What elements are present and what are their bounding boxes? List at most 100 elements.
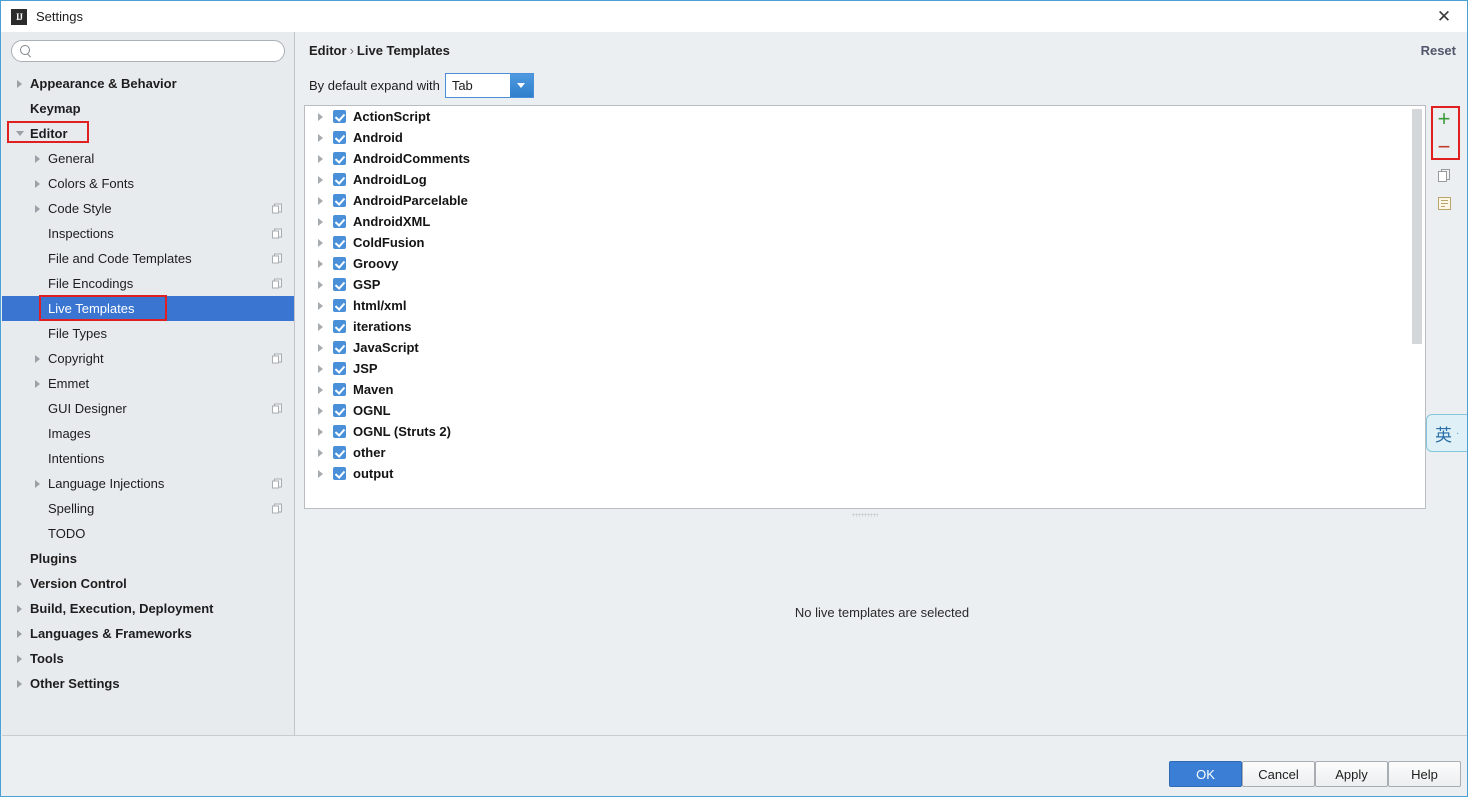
sidebar-item-version-control[interactable]: Version Control <box>2 571 294 596</box>
chevron-right-icon[interactable] <box>32 202 45 215</box>
chevron-right-icon[interactable] <box>315 320 328 333</box>
sidebar-item-plugins[interactable]: Plugins <box>2 546 294 571</box>
template-group-checkbox[interactable] <box>333 152 346 165</box>
chevron-down-icon[interactable] <box>509 74 533 97</box>
list-scrollbar[interactable] <box>1411 107 1424 508</box>
template-group-checkbox[interactable] <box>333 236 346 249</box>
chevron-right-icon[interactable] <box>315 257 328 270</box>
chevron-right-icon[interactable] <box>14 677 27 690</box>
copy-scope-icon[interactable] <box>272 253 283 264</box>
sidebar-item-appearance-behavior[interactable]: Appearance & Behavior <box>2 71 294 96</box>
chevron-right-icon[interactable] <box>32 477 45 490</box>
template-group-checkbox[interactable] <box>333 404 346 417</box>
template-group-checkbox[interactable] <box>333 320 346 333</box>
breadcrumb-parent[interactable]: Editor <box>309 43 347 58</box>
template-group-row[interactable]: AndroidXML <box>305 211 1425 232</box>
copy-scope-icon[interactable] <box>272 503 283 514</box>
copy-template-button[interactable] <box>1430 189 1458 217</box>
sidebar-item-gui-designer[interactable]: GUI Designer <box>2 396 294 421</box>
add-button[interactable]: + <box>1430 105 1458 133</box>
chevron-right-icon[interactable] <box>14 652 27 665</box>
template-group-row[interactable]: other <box>305 442 1425 463</box>
template-group-row[interactable]: Groovy <box>305 253 1425 274</box>
list-scrollbar-thumb[interactable] <box>1412 109 1422 344</box>
chevron-right-icon[interactable] <box>315 278 328 291</box>
sidebar-item-other-settings[interactable]: Other Settings <box>2 671 294 696</box>
template-group-row[interactable]: AndroidParcelable <box>305 190 1425 211</box>
template-group-row[interactable]: html/xml <box>305 295 1425 316</box>
close-icon[interactable]: ✕ <box>1421 1 1467 32</box>
sidebar-item-build-execution-deployment[interactable]: Build, Execution, Deployment <box>2 596 294 621</box>
sidebar-item-code-style[interactable]: Code Style <box>2 196 294 221</box>
sidebar-item-todo[interactable]: TODO <box>2 521 294 546</box>
chevron-right-icon[interactable] <box>315 173 328 186</box>
panel-splitter[interactable] <box>304 510 1426 519</box>
copy-scope-icon[interactable] <box>272 278 283 289</box>
template-group-checkbox[interactable] <box>333 425 346 438</box>
sidebar-item-editor[interactable]: Editor <box>2 121 294 146</box>
chevron-right-icon[interactable] <box>315 215 328 228</box>
chevron-right-icon[interactable] <box>315 446 328 459</box>
reset-link[interactable]: Reset <box>1421 43 1456 58</box>
sidebar-item-live-templates[interactable]: Live Templates <box>2 296 294 321</box>
chevron-right-icon[interactable] <box>32 177 45 190</box>
template-group-row[interactable]: JSP <box>305 358 1425 379</box>
chevron-right-icon[interactable] <box>32 152 45 165</box>
chevron-right-icon[interactable] <box>315 110 328 123</box>
sidebar-item-file-encodings[interactable]: File Encodings <box>2 271 294 296</box>
sidebar-item-images[interactable]: Images <box>2 421 294 446</box>
template-group-checkbox[interactable] <box>333 341 346 354</box>
apply-button[interactable]: Apply <box>1315 761 1388 787</box>
template-group-row[interactable]: OGNL (Struts 2) <box>305 421 1425 442</box>
remove-button[interactable]: − <box>1430 133 1458 161</box>
chevron-right-icon[interactable] <box>315 341 328 354</box>
template-group-row[interactable]: ColdFusion <box>305 232 1425 253</box>
help-button[interactable]: Help <box>1388 761 1461 787</box>
duplicate-button[interactable] <box>1430 161 1458 189</box>
template-group-checkbox[interactable] <box>333 383 346 396</box>
copy-scope-icon[interactable] <box>272 478 283 489</box>
template-group-row[interactable]: OGNL <box>305 400 1425 421</box>
chevron-right-icon[interactable] <box>315 236 328 249</box>
chevron-right-icon[interactable] <box>14 627 27 640</box>
chevron-right-icon[interactable] <box>315 194 328 207</box>
template-group-row[interactable]: AndroidLog <box>305 169 1425 190</box>
sidebar-item-copyright[interactable]: Copyright <box>2 346 294 371</box>
template-group-checkbox[interactable] <box>333 215 346 228</box>
copy-scope-icon[interactable] <box>272 403 283 414</box>
template-group-checkbox[interactable] <box>333 299 346 312</box>
template-group-row[interactable]: ActionScript <box>305 106 1425 127</box>
copy-scope-icon[interactable] <box>272 228 283 239</box>
sidebar-item-file-types[interactable]: File Types <box>2 321 294 346</box>
chevron-right-icon[interactable] <box>315 467 328 480</box>
template-group-row[interactable]: AndroidComments <box>305 148 1425 169</box>
sidebar-item-language-injections[interactable]: Language Injections <box>2 471 294 496</box>
expand-with-select[interactable]: Tab <box>444 73 534 98</box>
chevron-right-icon[interactable] <box>315 299 328 312</box>
chevron-right-icon[interactable] <box>32 352 45 365</box>
sidebar-item-inspections[interactable]: Inspections <box>2 221 294 246</box>
ok-button[interactable]: OK <box>1169 761 1242 787</box>
sidebar-item-tools[interactable]: Tools <box>2 646 294 671</box>
cancel-button[interactable]: Cancel <box>1242 761 1315 787</box>
sidebar-item-file-and-code-templates[interactable]: File and Code Templates <box>2 246 294 271</box>
sidebar-item-languages-frameworks[interactable]: Languages & Frameworks <box>2 621 294 646</box>
search-box[interactable] <box>11 40 285 62</box>
chevron-right-icon[interactable] <box>14 577 27 590</box>
template-group-row[interactable]: JavaScript <box>305 337 1425 358</box>
sidebar-item-emmet[interactable]: Emmet <box>2 371 294 396</box>
sidebar-item-spelling[interactable]: Spelling <box>2 496 294 521</box>
chevron-right-icon[interactable] <box>315 404 328 417</box>
copy-scope-icon[interactable] <box>272 353 283 364</box>
template-group-row[interactable]: Android <box>305 127 1425 148</box>
sidebar-item-keymap[interactable]: Keymap <box>2 96 294 121</box>
chevron-right-icon[interactable] <box>32 377 45 390</box>
template-group-row[interactable]: Maven <box>305 379 1425 400</box>
search-input[interactable] <box>32 44 284 58</box>
sidebar-item-colors-fonts[interactable]: Colors & Fonts <box>2 171 294 196</box>
template-group-checkbox[interactable] <box>333 467 346 480</box>
copy-scope-icon[interactable] <box>272 203 283 214</box>
chevron-down-icon[interactable] <box>14 127 27 140</box>
chevron-right-icon[interactable] <box>14 602 27 615</box>
chevron-right-icon[interactable] <box>315 425 328 438</box>
